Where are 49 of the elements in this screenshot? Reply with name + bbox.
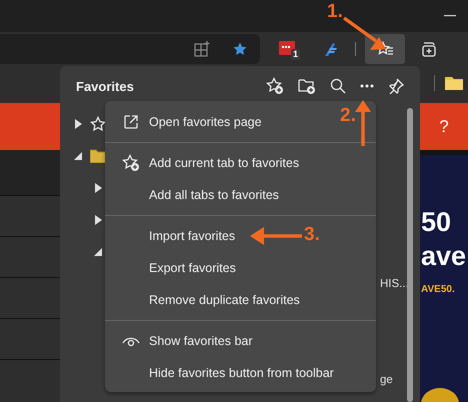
page-row — [0, 150, 60, 196]
menu-item[interactable]: Open favorites page — [105, 106, 270, 138]
coin-icon — [420, 386, 460, 402]
collapsed-icon[interactable] — [94, 215, 102, 225]
star-add-icon — [122, 154, 140, 172]
folder-icon[interactable] — [445, 76, 463, 90]
star-add-icon[interactable] — [266, 77, 284, 95]
arrow — [342, 16, 388, 52]
collections-icon[interactable] — [420, 40, 438, 58]
expanded-icon[interactable] — [94, 248, 102, 256]
step-label: 3. — [304, 224, 320, 246]
menu-item[interactable]: Add all tabs to favorites — [105, 179, 287, 211]
step-label: 1. — [327, 1, 343, 23]
feather-icon[interactable] — [323, 41, 339, 57]
folder-icon — [90, 149, 106, 163]
favorite-link[interactable]: ge — [380, 374, 393, 386]
scrollbar-thumb[interactable] — [407, 108, 413, 402]
extension-icon[interactable] — [279, 41, 295, 55]
menu-item[interactable]: Import favorites — [105, 220, 244, 252]
expanded-icon[interactable] — [74, 152, 82, 160]
favorites-icon — [376, 41, 394, 57]
arrow — [355, 100, 371, 146]
header-band — [0, 103, 60, 150]
favorite-link[interactable]: HIS... — [380, 278, 409, 290]
collapsed-icon[interactable] — [74, 119, 82, 129]
more-icon[interactable] — [360, 84, 374, 88]
menu-item[interactable]: Remove duplicate favorites — [105, 284, 308, 316]
minimize-icon[interactable] — [444, 15, 456, 17]
pin-icon[interactable] — [388, 78, 404, 94]
search-icon[interactable] — [330, 78, 346, 94]
ad-headline: 50 — [421, 206, 452, 239]
panel-title: Favorites — [76, 78, 134, 94]
extension-badge: 1 — [291, 49, 300, 60]
ad-headline: ave — [421, 240, 468, 273]
folder-add-icon[interactable] — [298, 77, 316, 95]
eye-icon — [122, 335, 140, 347]
split-screen-icon[interactable] — [194, 41, 210, 57]
promo-code: AVE50. — [421, 284, 456, 295]
help-link[interactable]: ? — [439, 116, 449, 136]
menu-item[interactable]: Hide favorites button from toolbar — [105, 357, 342, 389]
collapsed-icon[interactable] — [94, 183, 102, 193]
open-external-icon — [123, 114, 139, 130]
star-icon — [90, 116, 106, 132]
menu-item[interactable]: Show favorites bar — [105, 325, 261, 357]
star-icon[interactable] — [232, 41, 248, 57]
menu-item[interactable]: Export favorites — [105, 252, 244, 284]
menu-item[interactable]: Add current tab to favorites — [105, 147, 308, 179]
arrow — [250, 227, 302, 245]
step-label: 2. — [340, 105, 356, 127]
